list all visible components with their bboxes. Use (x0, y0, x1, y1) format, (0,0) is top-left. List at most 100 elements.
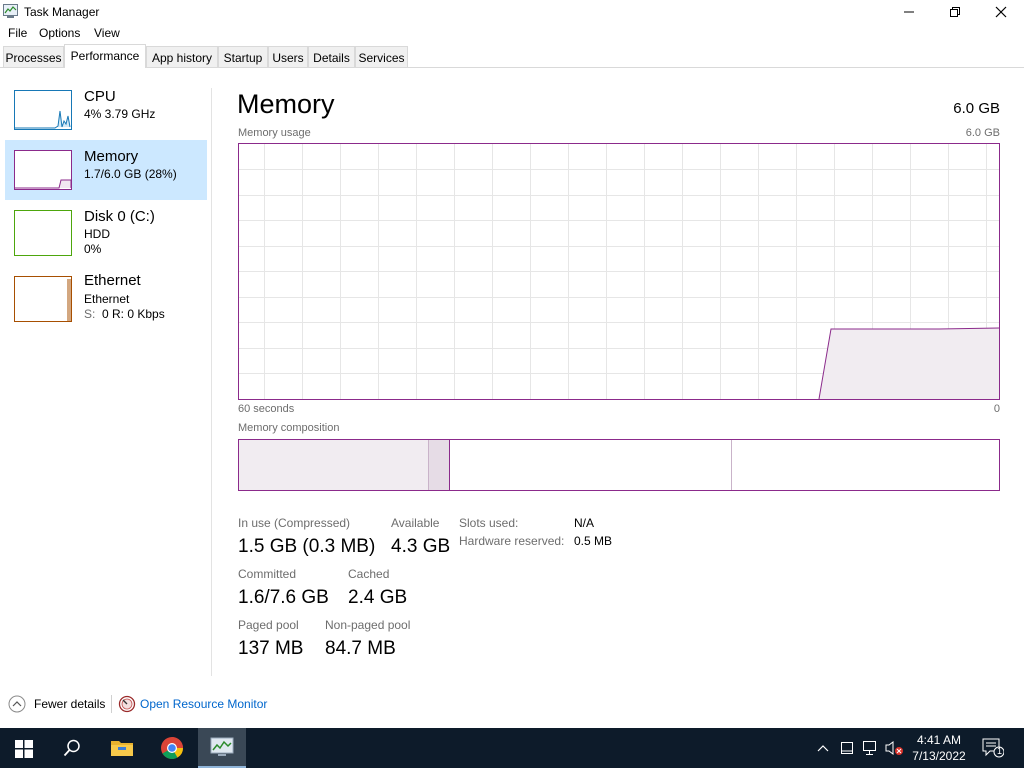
file-explorer-icon (111, 741, 133, 756)
available-value: 4.3 GB (391, 536, 451, 557)
taskbar: 4:41 AM 7/13/2022 1 (0, 728, 1024, 768)
composition-modified-segment (428, 440, 450, 490)
windows-logo-icon (15, 740, 33, 758)
memory-usage-graph (238, 143, 1000, 400)
tab-services[interactable]: Services (355, 46, 408, 67)
memory-usage-fill (819, 328, 999, 399)
menu-bar: File Options View (0, 24, 1024, 44)
clock-time: 4:41 AM (916, 733, 962, 747)
file-explorer-button[interactable] (98, 728, 146, 768)
cpu-label: CPU (84, 88, 116, 105)
system-clock[interactable]: 4:41 AM 7/13/2022 (905, 732, 973, 764)
disk-thumbnail-graph (14, 210, 72, 256)
task-manager-taskbar-button[interactable] (198, 728, 246, 768)
title-bar: Task Manager (0, 0, 1024, 24)
composition-standby-divider (731, 440, 732, 490)
memory-composition-label: Memory composition (238, 422, 340, 434)
memory-usage-chart (239, 144, 999, 399)
disk-type-text: HDD (84, 227, 110, 241)
menu-options[interactable]: Options (39, 26, 80, 40)
action-center-button[interactable]: 1 (982, 738, 1005, 758)
committed-label: Committed (238, 567, 297, 581)
non-paged-pool-label: Non-paged pool (325, 618, 411, 632)
open-resource-monitor-link[interactable]: Open Resource Monitor (140, 697, 267, 711)
slots-used-label: Slots used: (459, 516, 519, 530)
ethernet-send-prefix: S: (84, 307, 96, 321)
available-label: Available (391, 516, 440, 530)
slots-used-value: N/A (574, 516, 595, 530)
disk-label: Disk 0 (C:) (84, 208, 155, 225)
ethernet-adapter-text: Ethernet (84, 292, 130, 306)
memory-sparkline (15, 179, 72, 189)
close-icon (995, 6, 1007, 18)
network-icon[interactable] (862, 740, 880, 756)
cached-value: 2.4 GB (348, 587, 408, 608)
resource-item-ethernet[interactable]: Ethernet Ethernet S: 0 R: 0 Kbps (5, 268, 207, 326)
resource-list: CPU 4% 3.79 GHz Memory 1.7/6.0 GB (28%) … (0, 68, 211, 676)
tray-window-icon[interactable] (840, 741, 854, 755)
memory-usage-max: 6.0 GB (965, 127, 1000, 139)
memory-composition-bar (238, 439, 1000, 491)
task-manager-icon (210, 737, 234, 756)
window-title: Task Manager (24, 5, 100, 19)
memory-total: 6.0 GB (953, 100, 1000, 117)
ethernet-throughput-text: 0 R: 0 Kbps (102, 307, 165, 321)
page-title: Memory (237, 89, 335, 119)
chrome-icon (161, 737, 183, 759)
resource-item-cpu[interactable]: CPU 4% 3.79 GHz (5, 82, 207, 140)
ethernet-thumbnail-graph (14, 276, 72, 322)
menu-file[interactable]: File (8, 26, 27, 40)
tab-processes[interactable]: Processes (3, 46, 64, 67)
minimize-icon (904, 11, 914, 13)
search-icon (63, 739, 80, 757)
cached-label: Cached (348, 567, 390, 581)
ethernet-sparkline (67, 279, 71, 321)
cpu-sparkline (15, 110, 71, 129)
resource-monitor-icon (118, 695, 136, 713)
fewer-details-link[interactable]: Fewer details (34, 697, 105, 711)
paged-pool-value: 137 MB (238, 638, 304, 659)
pane-divider (211, 88, 212, 676)
tab-startup[interactable]: Startup (218, 46, 268, 67)
memory-usage-label: Memory usage (238, 127, 311, 139)
hardware-reserved-label: Hardware reserved: (459, 534, 565, 548)
composition-in-use-segment (239, 440, 428, 490)
notification-count: 1 (996, 746, 1002, 756)
tab-app-history[interactable]: App history (146, 46, 218, 67)
restore-button[interactable] (932, 0, 978, 24)
memory-usage-text: 1.7/6.0 GB (28%) (84, 167, 177, 181)
graph-time-left: 60 seconds (238, 403, 295, 415)
search-button[interactable] (48, 728, 96, 768)
memory-label: Memory (84, 148, 139, 165)
resource-item-disk[interactable]: Disk 0 (C:) HDD 0% (5, 202, 207, 260)
graph-time-right: 0 (993, 403, 1000, 415)
volume-muted-icon[interactable] (884, 740, 904, 756)
cpu-thumbnail-graph (14, 90, 72, 130)
disk-usage-text: 0% (84, 242, 102, 256)
tab-performance[interactable]: Performance (64, 44, 146, 68)
chevron-up-icon[interactable] (816, 741, 830, 755)
clock-date: 7/13/2022 (912, 749, 966, 763)
task-manager-app-icon (3, 4, 18, 18)
resource-item-memory[interactable]: Memory 1.7/6.0 GB (28%) (5, 140, 207, 200)
footer-separator (111, 695, 112, 713)
hardware-reserved-value: 0.5 MB (574, 534, 613, 548)
tab-users[interactable]: Users (268, 46, 308, 67)
start-button[interactable] (0, 728, 48, 768)
close-button[interactable] (978, 0, 1024, 24)
non-paged-pool-value: 84.7 MB (325, 638, 396, 659)
cpu-usage-text: 4% 3.79 GHz (84, 107, 156, 121)
paged-pool-label: Paged pool (238, 618, 299, 632)
tab-strip: Processes Performance App history Startu… (0, 44, 1024, 68)
chrome-button[interactable] (148, 728, 196, 768)
committed-value: 1.6/7.6 GB (238, 587, 329, 608)
minimize-button[interactable] (886, 0, 932, 24)
in-use-label: In use (Compressed) (238, 516, 351, 530)
tab-details[interactable]: Details (308, 46, 355, 67)
restore-icon (950, 7, 960, 17)
memory-thumbnail-graph (14, 150, 72, 190)
chevron-up-circle-icon[interactable] (8, 695, 26, 713)
ethernet-label: Ethernet (84, 272, 141, 289)
menu-view[interactable]: View (94, 26, 120, 40)
in-use-value: 1.5 GB (0.3 MB) (238, 536, 376, 557)
